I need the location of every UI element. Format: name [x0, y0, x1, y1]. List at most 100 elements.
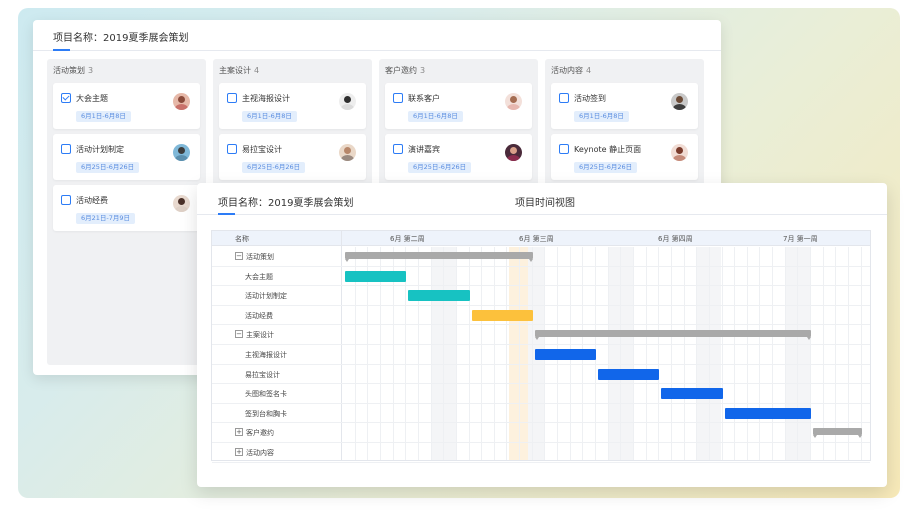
- task-label: 活动计划制定: [245, 292, 287, 301]
- week-label: 6月 第二周: [390, 235, 425, 243]
- task-card[interactable]: 活动经费 6月21日-7月9日: [53, 185, 200, 231]
- collapse-toggle-icon[interactable]: −: [235, 330, 243, 339]
- task-card[interactable]: 活动计划制定 6月25日-6月26日: [53, 134, 200, 180]
- task-bar[interactable]: [408, 290, 470, 302]
- summary-bar[interactable]: [345, 252, 533, 262]
- avatar[interactable]: [339, 93, 356, 110]
- week-label: 7月 第一周: [783, 235, 818, 243]
- gantt-row[interactable]: 头图和签名卡: [212, 384, 870, 404]
- task-date-badge: 6月25日-6月26日: [574, 162, 638, 173]
- column-count: 3: [88, 66, 94, 75]
- avatar[interactable]: [671, 93, 688, 110]
- board-header: 项目名称：2019夏季展会策划: [33, 20, 721, 51]
- task-checkbox[interactable]: [227, 144, 237, 154]
- task-checkbox[interactable]: [227, 93, 237, 103]
- task-label: 主视海报设计: [245, 351, 287, 359]
- expand-toggle-icon[interactable]: +: [235, 428, 243, 437]
- task-card[interactable]: 大会主题 6月1日-6月8日: [53, 83, 200, 129]
- board-project-title: 项目名称：2019夏季展会策划: [53, 33, 189, 44]
- column-title: 主案设计: [219, 66, 251, 75]
- task-label: 活动经费: [245, 311, 273, 320]
- board-title-underline: [53, 49, 70, 51]
- task-card[interactable]: 联系客户 6月1日-6月8日: [385, 83, 532, 129]
- avatar[interactable]: [173, 144, 190, 161]
- gantt-row[interactable]: 易拉宝设计: [212, 365, 870, 385]
- gantt-row[interactable]: − 活动策划: [212, 247, 870, 267]
- gantt-window: 项目名称：2019夏季展会策划 项目时间视图 名称 6月 第二周 6月 第三周 …: [197, 183, 887, 487]
- task-title: 演讲嘉宾: [408, 145, 440, 154]
- task-bar[interactable]: [534, 349, 596, 360]
- kanban-column-活动策划: 活动策划 3 大会主题 6月1日-6月8日 活动计划制定 6月25日-6月26日 …: [47, 59, 206, 365]
- task-checkbox[interactable]: [61, 144, 71, 154]
- group-label: 活动策划: [246, 253, 274, 261]
- gantt-row[interactable]: 活动经费: [212, 306, 870, 326]
- task-title: 易拉宝设计: [242, 145, 282, 154]
- task-date-badge: 6月25日-6月26日: [408, 162, 472, 173]
- column-count: 3: [420, 66, 426, 75]
- task-bar[interactable]: [598, 368, 660, 380]
- name-column-header: 名称: [235, 235, 249, 243]
- task-date-badge: 6月1日-6月8日: [242, 111, 297, 122]
- task-title: 活动计划制定: [76, 145, 124, 154]
- column-header: 主案设计 4: [213, 59, 372, 83]
- task-card[interactable]: 易拉宝设计 6月25日-6月26日: [219, 134, 366, 180]
- task-date-badge: 6月1日-6月8日: [574, 111, 629, 122]
- task-card[interactable]: Keynote 静止页面 6月25日-6月26日: [551, 134, 698, 180]
- task-label: 签到台和胸卡: [245, 409, 287, 418]
- group-label: 活动内容: [246, 449, 274, 457]
- task-label: 头图和签名卡: [245, 390, 287, 399]
- column-title: 活动策划: [53, 66, 85, 75]
- summary-bar[interactable]: [534, 330, 812, 341]
- task-bar[interactable]: [724, 407, 812, 419]
- gantt-title-underline: [218, 213, 235, 215]
- task-checkbox[interactable]: [559, 144, 569, 154]
- gantt-row[interactable]: 活动计划制定: [212, 286, 870, 306]
- task-checkbox[interactable]: [393, 93, 403, 103]
- task-title: 联系客户: [408, 94, 440, 103]
- task-date-badge: 6月25日-6月26日: [242, 162, 306, 173]
- task-checkbox[interactable]: [61, 195, 71, 205]
- task-checkbox[interactable]: [393, 144, 403, 154]
- task-date-badge: 6月21日-7月9日: [76, 213, 136, 224]
- gantt-row[interactable]: 签到台和胸卡: [212, 404, 870, 424]
- task-title: Keynote 静止页面: [574, 145, 642, 154]
- gantt-row[interactable]: + 活动内容: [212, 443, 870, 463]
- avatar[interactable]: [505, 144, 522, 161]
- expand-toggle-icon[interactable]: +: [235, 448, 243, 456]
- gantt-row[interactable]: 大会主题: [212, 267, 870, 287]
- week-label: 6月 第四周: [658, 235, 693, 243]
- gantt-header: 项目名称：2019夏季展会策划 项目时间视图: [197, 183, 887, 215]
- column-count: 4: [254, 66, 260, 75]
- group-label: 客户邀约: [246, 429, 274, 438]
- task-bar[interactable]: [471, 309, 533, 321]
- task-bar[interactable]: [345, 270, 407, 282]
- avatar[interactable]: [505, 93, 522, 110]
- task-date-badge: 6月25日-6月26日: [76, 162, 140, 173]
- collapse-toggle-icon[interactable]: −: [235, 252, 243, 260]
- gantt-row[interactable]: − 主案设计: [212, 325, 870, 345]
- week-label: 6月 第三周: [519, 235, 554, 243]
- gantt-row[interactable]: + 客户邀约: [212, 423, 870, 443]
- gantt-row[interactable]: 主视海报设计: [212, 345, 870, 365]
- task-label: 易拉宝设计: [245, 370, 280, 379]
- column-title: 活动内容: [551, 66, 583, 75]
- gantt-view-title: 项目时间视图: [515, 198, 575, 209]
- task-label: 大会主题: [245, 272, 273, 281]
- task-card[interactable]: 活动签到 6月1日-6月8日: [551, 83, 698, 129]
- task-date-badge: 6月1日-6月8日: [76, 111, 131, 122]
- task-title: 主视海报设计: [242, 94, 290, 103]
- task-bar[interactable]: [661, 388, 723, 400]
- summary-bar[interactable]: [813, 428, 862, 439]
- task-card[interactable]: 演讲嘉宾 6月25日-6月26日: [385, 134, 532, 180]
- task-title: 活动签到: [574, 94, 606, 103]
- avatar[interactable]: [173, 195, 190, 212]
- column-count: 4: [586, 66, 592, 75]
- task-checkbox[interactable]: [559, 93, 569, 103]
- avatar[interactable]: [339, 144, 356, 161]
- task-checkbox[interactable]: [61, 93, 71, 103]
- column-header: 活动策划 3: [47, 59, 206, 83]
- avatar[interactable]: [173, 93, 190, 110]
- task-card[interactable]: 主视海报设计 6月1日-6月8日: [219, 83, 366, 129]
- task-date-badge: 6月1日-6月8日: [408, 111, 463, 122]
- avatar[interactable]: [671, 144, 688, 161]
